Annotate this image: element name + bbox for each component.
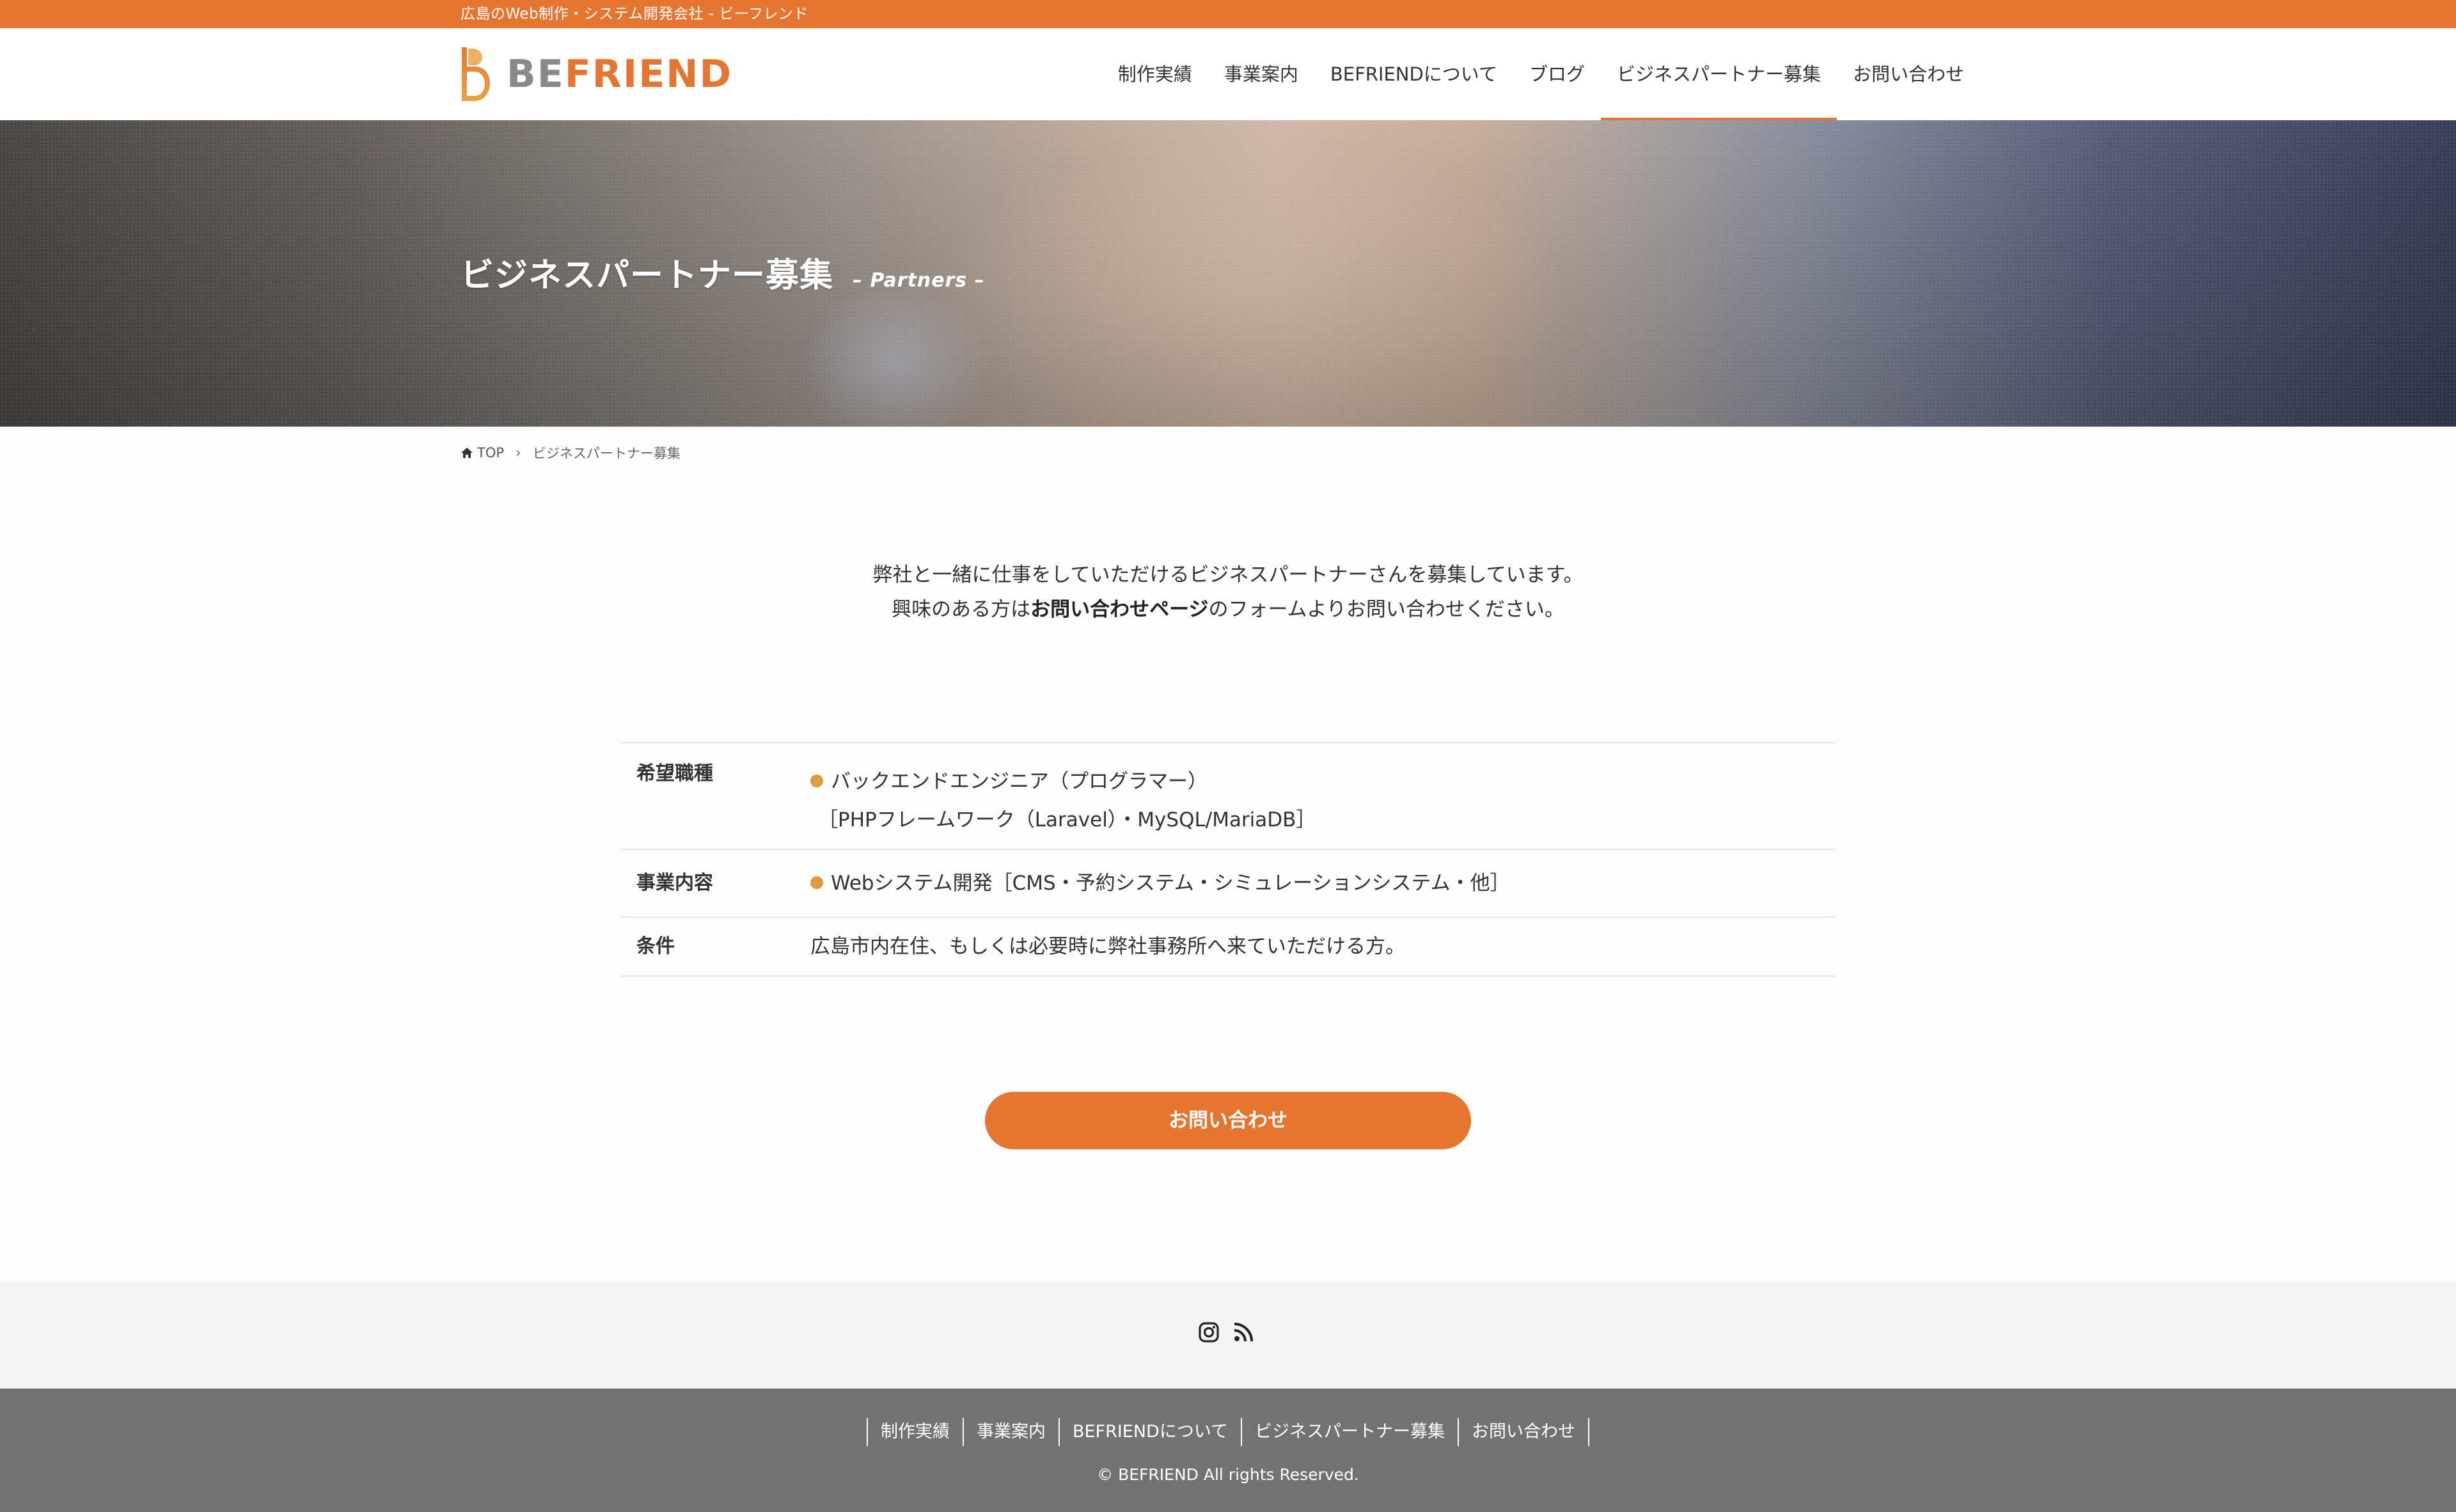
partner-info-table: 希望職種 バックエンドエンジニア（プログラマー） ［PHPフレームワーク（Lar…: [620, 742, 1836, 977]
nav-item-works[interactable]: 制作実績: [1102, 28, 1208, 120]
footer-link-works[interactable]: 制作実績: [866, 1418, 964, 1446]
row-label-business: 事業内容: [636, 872, 713, 894]
position-title: バックエンドエンジニア（プログラマー）: [831, 770, 1208, 793]
intro-line-2: 興味のある方はお問い合わせページのフォームよりお問い合わせください。: [0, 592, 2456, 627]
nav-item-services[interactable]: 事業案内: [1208, 28, 1314, 120]
row-label-position: 希望職種: [636, 762, 713, 785]
business-text: Webシステム開発［CMS・予約システム・シミュレーションシステム・他］: [831, 872, 1510, 895]
top-bar: 広島のWeb制作・システム開発会社 - ビーフレンド: [0, 0, 2456, 28]
social-icons: [1198, 1321, 1254, 1346]
breadcrumb: TOP › ビジネスパートナー募集: [460, 443, 681, 462]
copyright: © BEFRIEND All rights Reserved.: [1097, 1465, 1359, 1484]
bullet-icon: [810, 876, 823, 889]
page-title: ビジネスパートナー募集: [460, 256, 834, 295]
row-value-conditions: 広島市内在住、もしくは必要時に弊社事務所へ来ていただける方。: [810, 935, 1405, 958]
site-footer: 制作実績 事業案内 BEFRIENDについて ビジネスパートナー募集 お問い合わ…: [0, 1389, 2456, 1512]
position-line-2: ［PHPフレームワーク（Laravel）・MySQL/MariaDB］: [818, 808, 1316, 831]
logo-text-be: BE: [507, 52, 565, 97]
row-label-conditions: 条件: [636, 935, 675, 957]
position-line-1: バックエンドエンジニア（プログラマー）: [810, 762, 1836, 801]
logo-text-friend: FRIEND: [564, 52, 733, 97]
site-tagline: 広島のWeb制作・システム開発会社 - ビーフレンド: [460, 6, 808, 22]
footer-link-about[interactable]: BEFRIENDについて: [1060, 1418, 1243, 1446]
breadcrumb-home-label: TOP: [477, 445, 505, 461]
instagram-icon[interactable]: [1198, 1321, 1220, 1346]
page-subtitle: – Partners –: [853, 269, 985, 292]
table-row: 条件 広島市内在住、もしくは必要時に弊社事務所へ来ていただける方。: [620, 918, 1836, 977]
table-row: 希望職種 バックエンドエンジニア（プログラマー） ［PHPフレームワーク（Lar…: [620, 743, 1836, 850]
hero-dot-pattern: [0, 120, 2456, 427]
nav-item-contact[interactable]: お問い合わせ: [1837, 28, 1980, 120]
table-row: 事業内容 Webシステム開発［CMS・予約システム・シミュレーションシステム・他…: [620, 850, 1836, 918]
hero-banner: ビジネスパートナー募集 – Partners –: [0, 120, 2456, 427]
site-header: BEFRIEND 制作実績 事業案内 BEFRIENDについて ブログ ビジネス…: [0, 28, 2456, 121]
footer-link-contact[interactable]: お問い合わせ: [1459, 1418, 1590, 1446]
intro-line-1: 弊社と一緒に仕事をしていただけるビジネスパートナーさんを募集しています。: [872, 563, 1584, 587]
intro-line-2-prefix: 興味のある方は: [892, 598, 1031, 621]
breadcrumb-separator: ›: [516, 445, 521, 461]
home-icon: [461, 448, 473, 458]
breadcrumb-home[interactable]: TOP: [460, 445, 504, 461]
contact-page-link[interactable]: お問い合わせページ: [1030, 598, 1208, 621]
site-logo[interactable]: BEFRIEND: [459, 47, 732, 101]
footer-link-services[interactable]: 事業案内: [964, 1418, 1060, 1446]
nav-item-partners[interactable]: ビジネスパートナー募集: [1600, 28, 1838, 121]
hero-title-block: ビジネスパートナー募集 – Partners –: [460, 248, 985, 296]
row-value-business: Webシステム開発［CMS・予約システム・シミュレーションシステム・他］: [810, 850, 1836, 917]
logo-text: BEFRIEND: [507, 47, 732, 101]
row-value-position: バックエンドエンジニア（プログラマー） ［PHPフレームワーク（Laravel）…: [810, 743, 1836, 849]
nav-item-about[interactable]: BEFRIENDについて: [1314, 28, 1513, 120]
contact-button[interactable]: お問い合わせ: [985, 1092, 1471, 1149]
footer-link-partners[interactable]: ビジネスパートナー募集: [1242, 1418, 1460, 1446]
intro-line-2-suffix: のフォームよりお問い合わせください。: [1208, 598, 1564, 621]
rss-icon[interactable]: [1232, 1321, 1254, 1346]
nav-item-blog[interactable]: ブログ: [1513, 28, 1601, 120]
footer-nav: 制作実績 事業案内 BEFRIENDについて ビジネスパートナー募集 お問い合わ…: [0, 1418, 2456, 1446]
bullet-icon: [810, 774, 823, 787]
main-nav: 制作実績 事業案内 BEFRIENDについて ブログ ビジネスパートナー募集 お…: [1102, 28, 1980, 121]
breadcrumb-current: ビジネスパートナー募集: [532, 446, 681, 461]
social-bar: [0, 1281, 2456, 1389]
intro-text: 弊社と一緒に仕事をしていただけるビジネスパートナーさんを募集しています。 興味の…: [0, 558, 2456, 627]
befriend-logo-icon: [462, 47, 490, 101]
